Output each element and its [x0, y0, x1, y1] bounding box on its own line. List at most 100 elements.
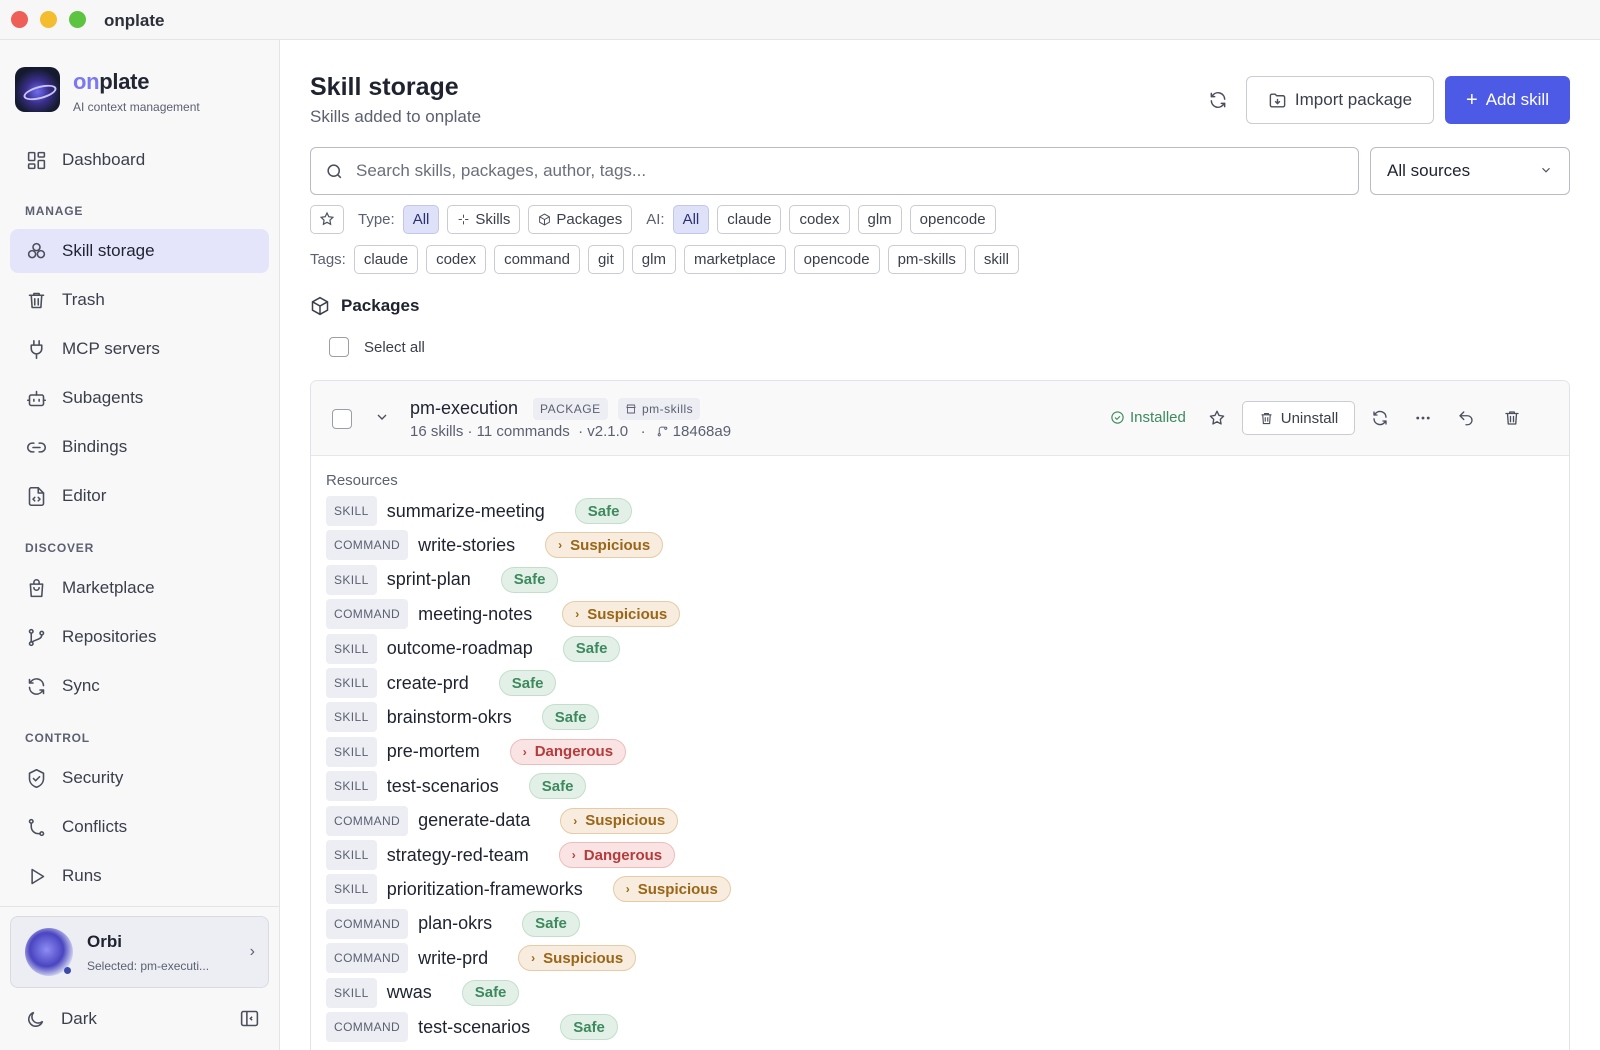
- tag-chip[interactable]: opencode: [793, 244, 880, 274]
- sidebar-item-repositories[interactable]: Repositories: [10, 615, 269, 659]
- tag-chip[interactable]: marketplace: [683, 244, 786, 274]
- chevron-right-icon: ›: [625, 882, 630, 897]
- ai-filter-all[interactable]: All: [672, 204, 710, 234]
- resource-row[interactable]: COMMAND write-stories › Suspicious: [326, 530, 664, 561]
- sidebar-item-conflicts[interactable]: Conflicts: [10, 805, 269, 849]
- security-status-badge: Safe: [498, 670, 557, 696]
- resource-row[interactable]: COMMAND generate-data › Suspicious: [326, 805, 679, 836]
- resource-name: brainstorm-okrs: [386, 706, 512, 727]
- resource-row[interactable]: COMMAND write-prd › Suspicious: [326, 943, 637, 974]
- play-icon: [25, 865, 47, 887]
- security-status-badge[interactable]: › Suspicious: [562, 601, 681, 628]
- dashboard-icon: [25, 149, 47, 171]
- sidebar-item-bindings[interactable]: Bindings: [10, 425, 269, 469]
- ai-filter-codex[interactable]: codex: [789, 204, 850, 234]
- update-package-button[interactable]: [1368, 406, 1392, 430]
- resource-row[interactable]: COMMAND plan-okrs Safe: [326, 908, 580, 939]
- sidebar-item-dashboard[interactable]: Dashboard: [10, 138, 269, 182]
- tag-chip[interactable]: glm: [631, 244, 676, 274]
- type-filter-packages[interactable]: Packages: [528, 204, 633, 234]
- sidebar-item-label: Sync: [62, 676, 100, 695]
- orbi-assistant-card[interactable]: Orbi Selected: pm-executi... ›: [10, 916, 269, 988]
- revert-button[interactable]: [1454, 406, 1478, 430]
- sidebar-item-sync[interactable]: Sync: [10, 664, 269, 708]
- section-manage: MANAGE: [25, 204, 84, 218]
- security-status-badge[interactable]: › Dangerous: [509, 738, 627, 765]
- page-subtitle: Skills added to onplate: [310, 107, 482, 126]
- sidebar-item-editor[interactable]: Editor: [10, 474, 269, 518]
- resource-row[interactable]: SKILL prioritization-frameworks › Suspiciou…: [326, 874, 731, 905]
- type-filter-skills[interactable]: Skills: [447, 204, 521, 234]
- import-package-button[interactable]: Import package: [1246, 76, 1434, 124]
- resource-name: generate-data: [418, 810, 531, 831]
- sidebar-item-subagents[interactable]: Subagents: [10, 376, 269, 420]
- package-meta: 16 skills · 11 commands · v2.1.0 · 18468…: [410, 423, 732, 440]
- sidebar-item-runs[interactable]: Runs: [10, 854, 269, 898]
- package-source-tag: pm-skills: [618, 398, 701, 420]
- close-window-button[interactable]: [11, 11, 28, 28]
- delete-package-button[interactable]: [1500, 406, 1524, 430]
- store-icon: [626, 404, 636, 414]
- resource-row[interactable]: SKILL pre-mortem › Dangerous: [326, 736, 627, 767]
- tag-chip[interactable]: skill: [973, 244, 1019, 274]
- tag-chip[interactable]: codex: [426, 244, 487, 274]
- tag-chip[interactable]: git: [587, 244, 624, 274]
- source-select[interactable]: All sources: [1370, 147, 1570, 195]
- resource-row[interactable]: SKILL outcome-roadmap Safe: [326, 633, 621, 664]
- resource-row[interactable]: SKILL summarize-meeting Safe: [326, 496, 633, 526]
- security-status-badge[interactable]: › Suspicious: [612, 876, 731, 903]
- sidebar-item-mcp-servers[interactable]: MCP servers: [10, 327, 269, 371]
- zoom-window-button[interactable]: [69, 11, 86, 28]
- resource-name: pre-mortem: [386, 741, 480, 762]
- type-filter-all[interactable]: All: [402, 204, 440, 234]
- sidebar-item-label: Security: [62, 768, 124, 787]
- sidebar-item-marketplace[interactable]: Marketplace: [10, 566, 269, 610]
- resource-row[interactable]: SKILL sprint-plan Safe: [326, 564, 559, 595]
- ai-filter-claude[interactable]: claude: [717, 204, 782, 234]
- moon-icon: [28, 1011, 44, 1027]
- security-status-badge: Safe: [541, 704, 600, 731]
- chevron-down-icon[interactable]: [374, 409, 390, 425]
- sidebar-item-security[interactable]: Security: [10, 756, 269, 800]
- sidebar-item-skill-storage[interactable]: Skill storage: [10, 229, 269, 273]
- tag-chip[interactable]: pm-skills: [887, 244, 966, 274]
- checkbox[interactable]: [329, 337, 349, 357]
- sidebar-item-trash[interactable]: Trash: [10, 278, 269, 322]
- security-status-badge[interactable]: › Suspicious: [560, 807, 679, 834]
- security-status-badge[interactable]: › Dangerous: [558, 842, 676, 868]
- resource-row[interactable]: COMMAND test-scenarios Safe: [326, 1012, 618, 1042]
- add-skill-button[interactable]: + Add skill: [1445, 76, 1570, 124]
- resource-row[interactable]: SKILL strategy-red-team › Dangerous: [326, 840, 676, 870]
- resource-row[interactable]: COMMAND meeting-notes › Suspicious: [326, 599, 681, 630]
- packages-heading: Packages: [310, 296, 419, 316]
- refresh-button[interactable]: [1205, 87, 1231, 113]
- package-icon: [539, 213, 551, 225]
- security-status-badge[interactable]: › Suspicious: [545, 532, 664, 559]
- tag-chip[interactable]: claude: [353, 244, 419, 274]
- favorite-button[interactable]: [1205, 406, 1229, 430]
- security-status-badge: Safe: [562, 635, 621, 662]
- minimize-window-button[interactable]: [40, 11, 57, 28]
- collapse-sidebar-icon[interactable]: [239, 1008, 261, 1030]
- plus-icon: +: [1466, 88, 1478, 111]
- search-input[interactable]: [356, 161, 1306, 181]
- more-options-button[interactable]: [1411, 406, 1435, 430]
- chevron-right-icon: ›: [249, 943, 255, 960]
- resource-row[interactable]: SKILL brainstorm-okrs Safe: [326, 702, 600, 733]
- security-status-badge[interactable]: › Suspicious: [518, 945, 637, 972]
- resource-name: plan-okrs: [418, 913, 493, 934]
- package-checkbox[interactable]: [332, 409, 352, 429]
- check-circle-icon: [1111, 411, 1124, 424]
- theme-toggle[interactable]: Dark: [25, 1004, 261, 1034]
- favorites-filter[interactable]: [310, 204, 344, 234]
- ai-filter-opencode[interactable]: opencode: [909, 204, 996, 234]
- resource-row[interactable]: SKILL create-prd Safe: [326, 668, 557, 698]
- resource-row[interactable]: SKILL wwas Safe: [326, 977, 520, 1008]
- uninstall-button[interactable]: Uninstall: [1242, 401, 1355, 435]
- select-all-checkbox[interactable]: Select all: [329, 337, 425, 357]
- tag-chip[interactable]: command: [494, 244, 580, 274]
- resource-row[interactable]: SKILL test-scenarios Safe: [326, 771, 587, 802]
- resource-kind-badge: SKILL: [326, 633, 377, 664]
- shield-icon: [25, 767, 47, 789]
- ai-filter-glm[interactable]: glm: [857, 204, 902, 234]
